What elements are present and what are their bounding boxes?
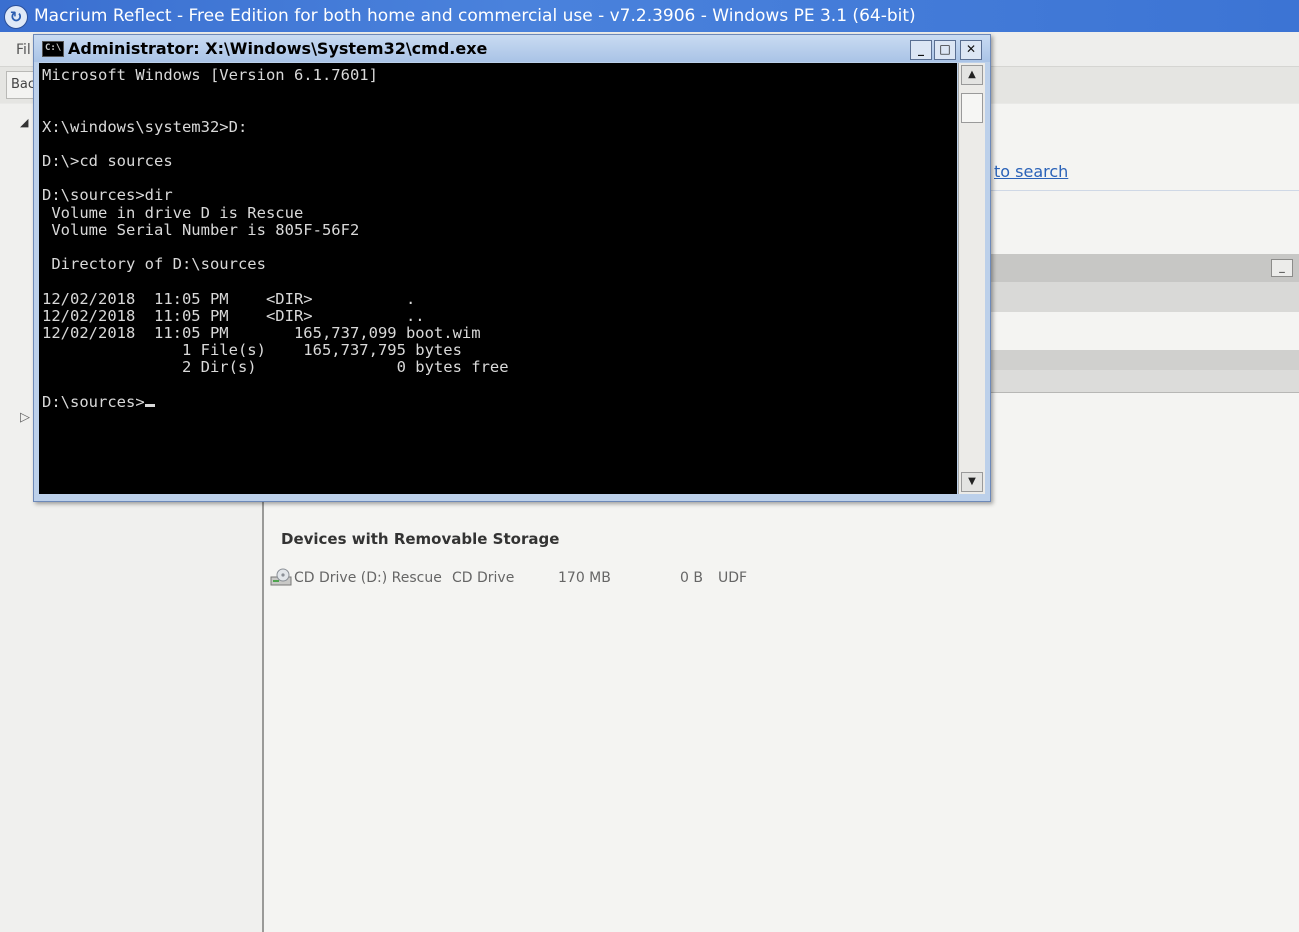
console-line: 12/02/2018 11:05 PM <DIR> .. [42,306,425,325]
panel-row [990,282,1299,312]
console-line: 2 Dir(s) 0 bytes free [42,358,509,377]
panel-row [990,350,1299,370]
console-line: Volume Serial Number is 805F-56F2 [42,220,360,239]
divider [990,190,1299,191]
cd-drive-icon [270,568,292,586]
cmd-title-bar[interactable]: C:\ Administrator: X:\Windows\System32\c… [34,35,990,62]
console-line: 1 File(s) 165,737,795 bytes [42,341,462,360]
drive-filesystem: UDF [718,570,748,586]
panel-header: _ [990,254,1299,282]
drive-free: 0 B [680,570,703,586]
drive-row-cd[interactable]: CD Drive (D:) Rescue CD Drive 170 MB 0 B… [268,566,968,590]
app-title: Macrium Reflect - Free Edition for both … [34,6,916,26]
drive-type: CD Drive [452,570,515,586]
drive-name: CD Drive (D:) Rescue [294,570,442,586]
scroll-down-arrow-icon[interactable]: ▼ [961,472,983,492]
scroll-up-arrow-icon[interactable]: ▲ [961,65,983,85]
collapse-arrow-icon[interactable]: ◢ [20,116,28,129]
console-line: Microsoft Windows [Version 6.1.7601] [42,66,378,84]
text-cursor [144,403,155,407]
macrium-logo-icon: ↻ [4,5,28,29]
console-line: Directory of D:\sources [42,255,266,274]
console-line: 12/02/2018 11:05 PM 165,737,099 boot.wim [42,324,481,343]
cmd-window[interactable]: C:\ Administrator: X:\Windows\System32\c… [33,34,991,502]
menu-file[interactable]: Fil [16,42,31,58]
vertical-scrollbar[interactable]: ▲ ▼ [958,63,985,494]
console-line: X:\windows\system32>D: [42,117,248,136]
app-title-bar: ↻ Macrium Reflect - Free Edition for bot… [0,0,1299,32]
console-text: Microsoft Windows [Version 6.1.7601] X:\… [39,63,957,411]
expand-arrow-icon[interactable]: ▷ [20,410,30,425]
search-link[interactable]: to search [994,162,1068,181]
console-line: Volume in drive D is Rescue [42,203,304,222]
console-prompt: D:\sources> [42,392,145,411]
removable-storage-heading: Devices with Removable Storage [281,530,560,548]
cmd-title: Administrator: X:\Windows\System32\cmd.e… [68,39,488,58]
drive-size: 170 MB [558,570,611,586]
cmd-icon: C:\ [42,41,64,57]
panel-row [990,370,1299,393]
console-line: D:\sources>dir [42,186,173,205]
console-output[interactable]: Microsoft Windows [Version 6.1.7601] X:\… [39,63,957,494]
console-line: 12/02/2018 11:05 PM <DIR> . [42,289,416,308]
panel-minimize-button[interactable]: _ [1271,259,1293,277]
maximize-button[interactable]: □ [934,40,956,60]
scroll-thumb[interactable] [961,93,983,123]
console-line: D:\>cd sources [42,152,173,171]
minimize-button[interactable]: _ [910,40,932,60]
close-button[interactable]: ✕ [960,40,982,60]
